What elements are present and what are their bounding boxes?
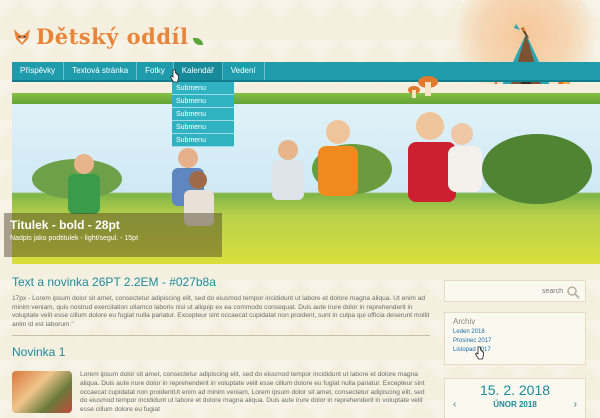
archive-link[interactable]: Prosinec 2017 [453, 338, 577, 344]
search-input[interactable] [493, 287, 563, 295]
calendar-month: ÚNOR 2018 [493, 400, 537, 409]
nav-item-prispevky[interactable]: Příspěvky [12, 62, 65, 80]
news-item: Lorem ipsum dolor sit amet, consectetur … [12, 371, 430, 414]
archive-widget: Archiv Leden 2018 Prosinec 2017 Listopad… [444, 312, 586, 365]
divider [12, 335, 430, 337]
news-thumbnail[interactable] [12, 371, 72, 414]
next-month-button[interactable]: › [574, 399, 577, 410]
nav-item-fotky[interactable]: Fotky [137, 62, 174, 80]
submenu-dropdown: Submenu Submenu Submenu Submenu Submenu [172, 82, 234, 147]
calendar-date: 15. 2. 2018 [479, 382, 551, 398]
hero-caption: Titulek - bold - 28pt Nadpis jako podtit… [4, 213, 222, 257]
main-nav: Příspěvky Textová stránka Fotky Kalendář… [12, 62, 600, 82]
nav-item-textova-stranka[interactable]: Textová stránka [64, 62, 138, 80]
nav-item-kalendar[interactable]: Kalendář [173, 62, 223, 80]
archive-link[interactable]: Listopad 2017 [453, 347, 577, 353]
grass-strip [12, 84, 600, 106]
calendar-month-row: ‹ ÚNOR 2018 › [445, 399, 585, 410]
intro-text: 17px - Lorem ipsum dolor sit amet, conse… [12, 295, 430, 328]
search-box [444, 280, 586, 302]
archive-link[interactable]: Leden 2018 [453, 329, 577, 335]
calendar-widget: 15. 2. 2018 ‹ ÚNOR 2018 › [444, 378, 586, 418]
submenu-item[interactable]: Submenu [172, 82, 234, 95]
prev-month-button[interactable]: ‹ [453, 399, 456, 410]
cursor-icon [170, 69, 179, 83]
mushroom-icon [408, 76, 438, 98]
site-title: Dětský oddíl [36, 24, 189, 49]
sidebar: Archiv Leden 2018 Prosinec 2017 Listopad… [444, 280, 586, 418]
submenu-item[interactable]: Submenu [172, 108, 234, 121]
news-text: Lorem ipsum dolor sit amet, consectetur … [80, 371, 425, 413]
header: Dětský oddíl [0, 0, 600, 105]
intro-title: Text a novinka 26PT 2.2EM - #027b8a [12, 275, 216, 289]
submenu-item[interactable]: Submenu [172, 121, 234, 134]
site-logo[interactable]: Dětský oddíl [12, 24, 203, 49]
archive-title: Archiv [453, 317, 476, 326]
fox-icon [14, 28, 30, 45]
hero-subtitle: Nadpis jako podtitulek - light/segul. - … [10, 235, 139, 242]
leaf-icon [192, 38, 203, 45]
submenu-item[interactable]: Submenu [172, 95, 234, 108]
nav-item-vedeni[interactable]: Vedení [223, 62, 265, 80]
search-icon[interactable] [566, 285, 580, 299]
submenu-item[interactable]: Submenu [172, 134, 234, 147]
news-title[interactable]: Novinka 1 [12, 345, 430, 359]
cursor-icon [475, 346, 484, 360]
hero-title: Titulek - bold - 28pt [10, 218, 120, 232]
main-content: Text a novinka 26PT 2.2EM - #027b8a 17px… [12, 275, 430, 414]
